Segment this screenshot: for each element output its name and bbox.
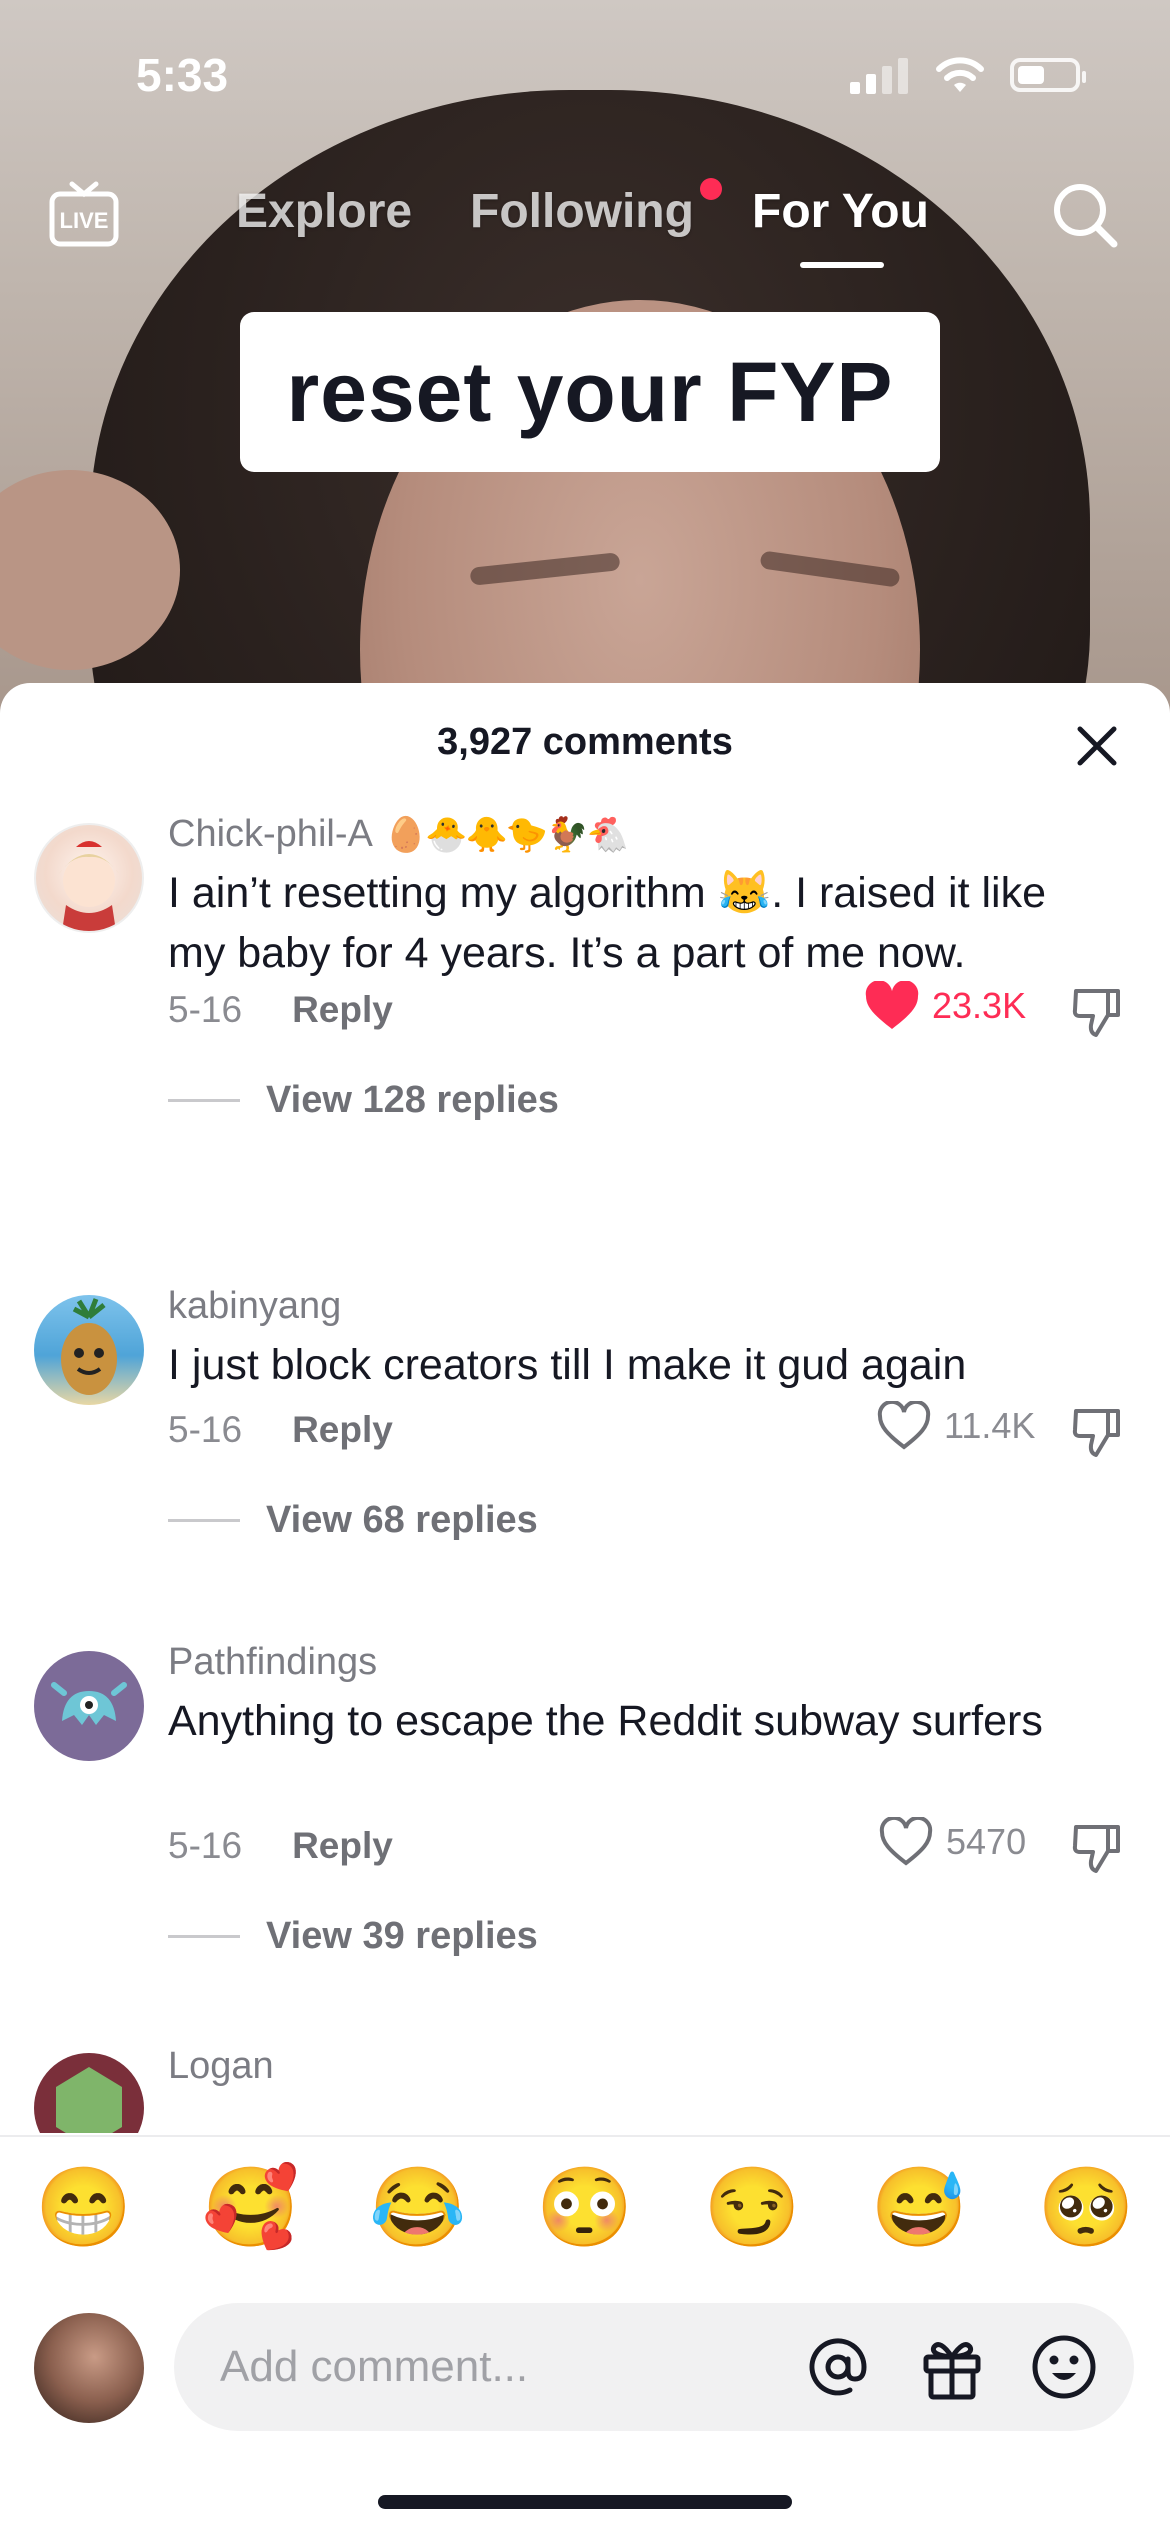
emoji-smirk-button[interactable]: 😏	[704, 2168, 801, 2246]
status-bar: 5:33	[0, 0, 1170, 150]
reply-button[interactable]: Reply	[292, 1409, 393, 1450]
comment-date: 5-16	[168, 989, 243, 1030]
view-replies-label: View 39 replies	[266, 1915, 538, 1957]
heart-outline-icon	[877, 1401, 931, 1450]
reply-button[interactable]: Reply	[292, 989, 393, 1030]
current-user-avatar[interactable]	[34, 2313, 144, 2423]
avatar[interactable]	[34, 1651, 144, 1761]
emoji-grinning-button[interactable]: 😁	[35, 2168, 132, 2246]
live-label: LIVE	[60, 208, 109, 233]
avatar-illustration	[51, 1682, 127, 1725]
emoji-flushed-button[interactable]: 😳	[536, 2168, 633, 2246]
comment-username[interactable]: Pathfindings	[168, 1641, 377, 1684]
like-button[interactable]: 11.4K	[876, 1401, 1035, 1451]
like-count: 11.4K	[944, 1405, 1036, 1446]
like-count: 23.3K	[932, 985, 1027, 1026]
comment-text: Anything to escape the Reddit subway sur…	[168, 1697, 1043, 1745]
comments-count: 3,927 comments	[437, 721, 733, 763]
home-indicator[interactable]	[378, 2495, 792, 2509]
replies-divider	[168, 1935, 240, 1938]
view-replies-label: View 128 replies	[266, 1079, 559, 1121]
like-button[interactable]: 5470	[878, 1817, 1026, 1867]
view-replies-button[interactable]: View 128 replies	[168, 1079, 559, 1122]
emoji-quick-bar: 😁 🥰 😂 😳 😏 😅 🥺	[0, 2135, 1170, 2277]
heart-outline-icon	[879, 1817, 933, 1866]
comments-sheet: 3,927 comments Chick-phil-A 🥚🐣🐥🐤🐓🐔 I ain’…	[0, 683, 1170, 2532]
comments-list[interactable]: Chick-phil-A 🥚🐣🐥🐤🐓🐔 I ain’t resetting my …	[0, 793, 1170, 2133]
comment-date: 5-16	[168, 1409, 243, 1450]
close-icon[interactable]	[1074, 723, 1120, 769]
status-time: 5:33	[136, 49, 229, 101]
view-replies-button[interactable]: View 68 replies	[168, 1499, 538, 1542]
comment-meta: 5-16 Reply	[168, 1825, 393, 1867]
avatar[interactable]	[34, 2053, 144, 2133]
replies-divider	[168, 1099, 240, 1102]
username-text: Chick-phil-A	[168, 813, 373, 855]
avatar-illustration	[56, 2067, 122, 2133]
comment-meta: 5-16 Reply	[168, 989, 393, 1031]
replies-divider	[168, 1519, 240, 1522]
wifi-icon	[936, 57, 984, 92]
top-navigation: LIVE Explore Following For You	[0, 170, 1170, 280]
comment-username[interactable]: Chick-phil-A 🥚🐣🐥🐤🐓🐔	[168, 813, 629, 856]
live-icon[interactable]: LIVE	[48, 180, 120, 250]
tab-for-you[interactable]: For You	[752, 184, 929, 239]
notification-dot	[700, 178, 722, 200]
tab-following[interactable]: Following	[470, 184, 694, 239]
comment-text: I ain’t resetting my algorithm 😹. I rais…	[168, 869, 1047, 977]
dislike-icon[interactable]	[1070, 1821, 1124, 1875]
comment-composer	[0, 2275, 1170, 2465]
search-icon[interactable]	[1050, 180, 1120, 250]
comment-meta: 5-16 Reply	[168, 1409, 393, 1451]
cellular-signal-icon	[850, 58, 908, 94]
emoji-sweat-smile-button[interactable]: 😅	[871, 2168, 968, 2246]
comments-header: 3,927 comments	[0, 683, 1170, 793]
tab-explore[interactable]: Explore	[236, 184, 412, 239]
video-caption: reset your FYP	[240, 312, 940, 472]
reply-button[interactable]: Reply	[292, 1825, 393, 1866]
emoji-pleading-button[interactable]: 🥺	[1038, 2168, 1135, 2246]
active-tab-indicator	[800, 262, 884, 268]
comment-date: 5-16	[168, 1825, 243, 1866]
dislike-icon[interactable]	[1070, 985, 1124, 1039]
view-replies-button[interactable]: View 39 replies	[168, 1915, 538, 1958]
avatar[interactable]	[34, 1295, 144, 1405]
avatar-illustration	[58, 841, 120, 931]
username-emojis: 🥚🐣🐥🐤🐓🐔	[384, 816, 629, 854]
avatar[interactable]	[34, 823, 144, 933]
like-button[interactable]: 23.3K	[864, 981, 1026, 1031]
view-replies-label: View 68 replies	[266, 1499, 538, 1541]
heart-filled-icon	[865, 981, 919, 1029]
battery-icon	[1010, 58, 1086, 92]
emoji-joy-button[interactable]: 😂	[369, 2168, 466, 2246]
emoji-hearts-button[interactable]: 🥰	[202, 2168, 299, 2246]
gift-icon[interactable]	[918, 2333, 986, 2401]
emoji-picker-icon[interactable]	[1030, 2333, 1098, 2401]
like-count: 5470	[946, 1821, 1027, 1862]
dislike-icon[interactable]	[1070, 1405, 1124, 1459]
mention-icon[interactable]	[804, 2333, 872, 2401]
avatar-illustration	[61, 1298, 117, 1395]
comment-username[interactable]: Logan	[168, 2045, 274, 2088]
video-player[interactable]: 5:33 LIVE Explore Following For You rese…	[0, 0, 1170, 720]
comment-username[interactable]: kabinyang	[168, 1285, 341, 1328]
comment-input[interactable]	[174, 2303, 1134, 2431]
comment-text: I just block creators till I make it gud…	[168, 1341, 967, 1389]
